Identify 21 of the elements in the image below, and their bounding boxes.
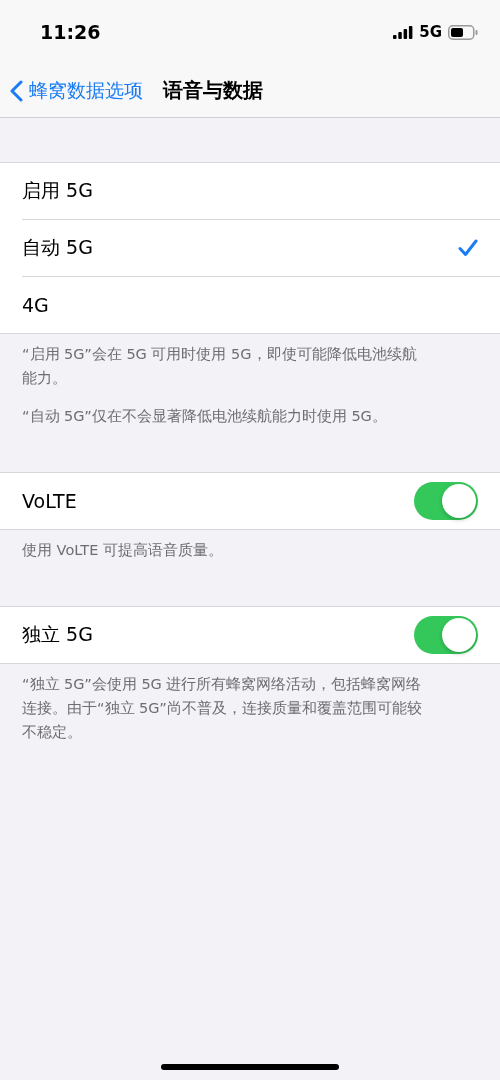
footer-note: 使用 VoLTE 可提高语音质量。: [22, 541, 224, 560]
battery-icon: [448, 24, 478, 40]
option-label: 自动 5G: [22, 235, 93, 260]
page-title: 语音与数据: [163, 77, 263, 104]
network-label: 5G: [419, 23, 442, 41]
signal-icon: [393, 25, 414, 39]
option-row[interactable]: 启用 5G: [22, 163, 500, 219]
back-chevron-icon: [10, 79, 23, 102]
footer-note: “启用 5G”会在 5G 可用时使用 5G，即使可能降低电池续航能力。: [22, 345, 418, 388]
option-label: 4G: [22, 294, 49, 316]
option-row[interactable]: 自动 5G: [22, 219, 500, 276]
toggle-switch[interactable]: [414, 482, 478, 520]
toggle-switch[interactable]: [414, 616, 478, 654]
setting-label: 独立 5G: [22, 622, 93, 647]
option-label: 启用 5G: [22, 178, 93, 203]
footer-note: “自动 5G”仅在不会显著降低电池续航能力时使用 5G。: [22, 407, 388, 426]
clock-time: 11:26: [40, 21, 101, 43]
option-row[interactable]: 4G: [22, 276, 500, 333]
setting-label: VoLTE: [22, 490, 77, 512]
footer-note: “独立 5G”会使用 5G 进行所有蜂窝网络活动，包括蜂窝网络连接。由于“独立 5G”尚不普及，连接质量和覆盖范围可能较不稳定。: [22, 675, 423, 742]
back-button[interactable]: 蜂窝数据选项: [10, 77, 143, 104]
